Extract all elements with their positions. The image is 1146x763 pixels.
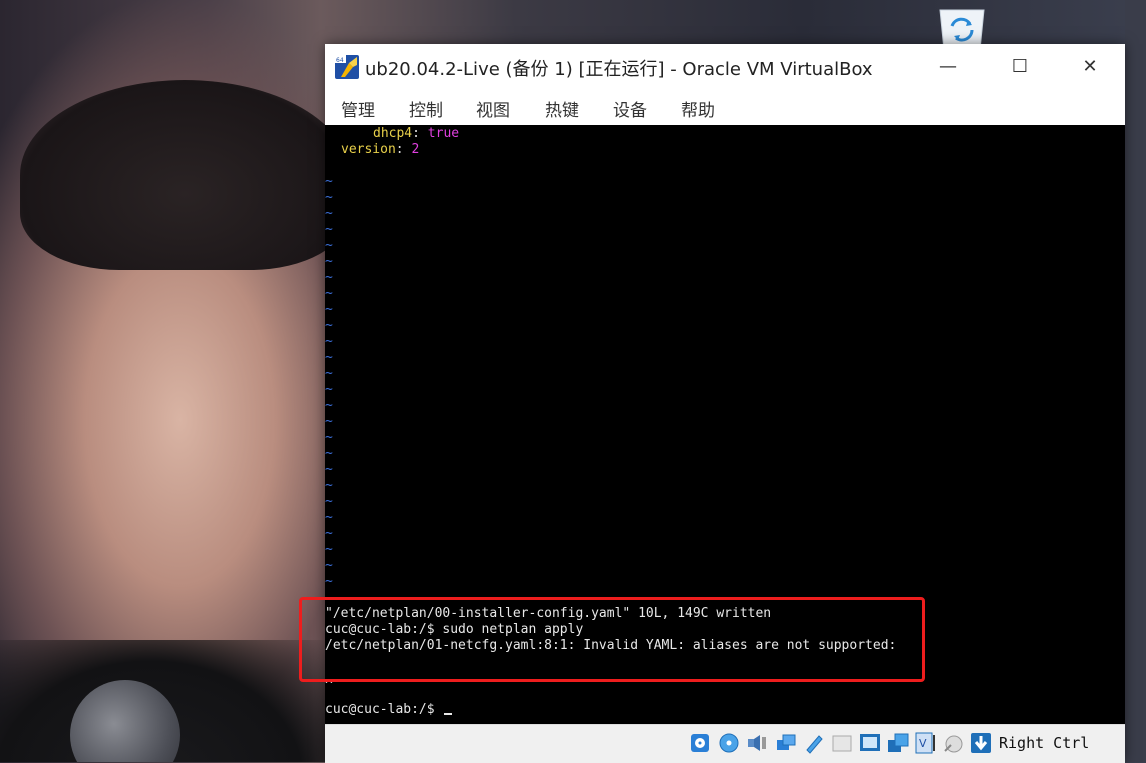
title-bar[interactable]: 64 ub20.04.2-Live (备份 1) [正在运行] - Oracle… <box>325 44 1125 88</box>
optical-drive-icon[interactable] <box>718 732 740 754</box>
shell-prompt: cuc@cuc-lab:/$ <box>325 702 443 717</box>
error-highlight-box <box>299 597 925 682</box>
vim-tilde: ~ <box>325 206 333 221</box>
usb-icon[interactable] <box>803 732 825 754</box>
minimize-button[interactable]: — <box>913 44 983 88</box>
vim-tilde: ~ <box>325 398 333 413</box>
window-title: ub20.04.2-Live (备份 1) [正在运行] - Oracle VM… <box>365 59 873 80</box>
vim-tilde: ~ <box>325 382 333 397</box>
shell-prompt-line: cuc@cuc-lab:/$ <box>325 702 453 718</box>
menu-view[interactable]: 视图 <box>476 96 510 121</box>
vim-tilde: ~ <box>325 318 333 333</box>
vim-tilde: ~ <box>325 478 333 493</box>
vim-tilde: ~ <box>325 222 333 237</box>
vim-tilde: ~ <box>325 286 333 301</box>
yaml-key: dhcp4 <box>373 126 413 141</box>
hard-disk-icon[interactable] <box>689 732 711 754</box>
vim-tilde: ~ <box>325 190 333 205</box>
menu-manage[interactable]: 管理 <box>341 96 375 121</box>
yaml-value: 2 <box>411 142 420 157</box>
yaml-key: version <box>341 142 396 157</box>
vim-tilde: ~ <box>325 446 333 461</box>
vim-tilde: ~ <box>325 558 333 573</box>
keyboard-capture-icon[interactable] <box>970 732 992 754</box>
display-icon[interactable] <box>859 732 881 754</box>
vim-tilde: ~ <box>325 462 333 477</box>
video-capture-icon[interactable] <box>887 732 909 754</box>
svg-text:V: V <box>919 737 927 750</box>
vim-tilde: ~ <box>325 254 333 269</box>
vim-tilde: ~ <box>325 430 333 445</box>
menu-devices[interactable]: 设备 <box>613 96 647 121</box>
menu-control[interactable]: 控制 <box>409 96 443 121</box>
host-key-label: Right Ctrl <box>999 734 1090 752</box>
vim-tilde: ~ <box>325 302 333 317</box>
vim-tilde: ~ <box>325 574 333 589</box>
mouse-integration-icon[interactable] <box>942 732 964 754</box>
maximize-button[interactable]: ☐ <box>985 44 1055 88</box>
shared-folders-icon[interactable] <box>831 732 853 754</box>
yaml-line-dhcp4: dhcp4: true <box>373 126 460 141</box>
yaml-value: true <box>427 126 460 141</box>
virtualization-icon[interactable]: V <box>914 732 936 754</box>
menu-hotkeys[interactable]: 热键 <box>545 96 579 121</box>
vim-tilde: ~ <box>325 414 333 429</box>
vim-tilde: ~ <box>325 270 333 285</box>
wallpaper-edge <box>1125 0 1146 762</box>
virtualbox-app-icon: 64 <box>335 55 359 79</box>
wallpaper-hair <box>20 80 350 270</box>
close-icon: ✕ <box>1082 55 1098 77</box>
text-cursor <box>444 713 453 715</box>
maximize-icon: ☐ <box>1011 55 1029 77</box>
vim-tilde: ~ <box>325 350 333 365</box>
svg-text:64: 64 <box>336 57 344 64</box>
status-bar: V Right Ctrl <box>325 724 1125 763</box>
minimize-icon: — <box>939 55 957 77</box>
menu-bar: 管理 控制 视图 热键 设备 帮助 <box>325 88 1125 125</box>
close-button[interactable]: ✕ <box>1055 44 1125 88</box>
audio-icon[interactable] <box>746 732 768 754</box>
menu-help[interactable]: 帮助 <box>681 96 715 121</box>
vim-tilde: ~ <box>325 174 333 189</box>
vim-tilde: ~ <box>325 494 333 509</box>
vim-tilde: ~ <box>325 334 333 349</box>
vim-tilde: ~ <box>325 526 333 541</box>
vim-tilde: ~ <box>325 510 333 525</box>
yaml-line-version: version: 2 <box>341 142 420 157</box>
network-icon[interactable] <box>775 732 797 754</box>
vim-tilde: ~ <box>325 238 333 253</box>
vim-tilde: ~ <box>325 542 333 557</box>
vim-tilde: ~ <box>325 366 333 381</box>
